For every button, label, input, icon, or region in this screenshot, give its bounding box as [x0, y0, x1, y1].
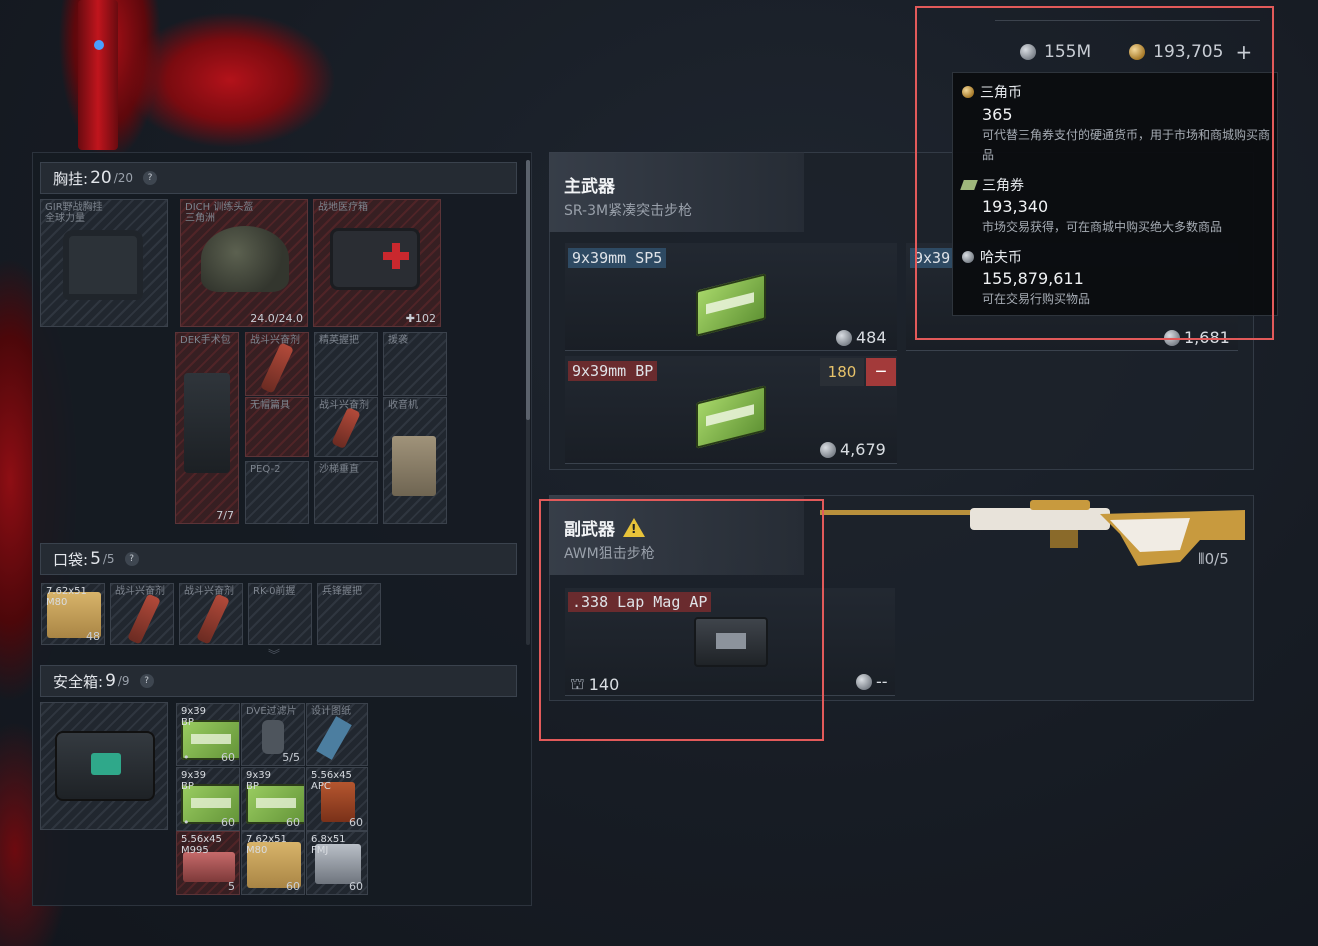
safe-slot-2[interactable]: DVE过滤片 5/5 — [241, 703, 305, 766]
pocket-slot-1[interactable]: 7.62x51 M80 48 — [41, 583, 105, 645]
pocket-max: /5 — [102, 552, 115, 566]
radio-icon — [392, 436, 436, 496]
slot-cover[interactable]: 援袭 — [383, 332, 447, 396]
syringe-icon — [127, 593, 161, 644]
pocket-slot-4[interactable]: RK-0前握 — [248, 583, 312, 645]
medkit-icon — [330, 228, 420, 290]
main-weapon-name: SR-3M紧凑突击步枪 — [564, 203, 693, 219]
filter-icon — [262, 720, 284, 754]
slot-stim-1[interactable]: 战斗兴奋剂 — [245, 332, 309, 396]
pocket-header: 口袋: 5 /5 ? — [40, 543, 517, 575]
safe-slot-3[interactable]: 设计图纸 — [306, 703, 368, 766]
expand-chevron-icon[interactable]: ︾ — [268, 646, 280, 663]
character-weapon-art — [78, 0, 118, 150]
safe-slot-5[interactable]: 9x39 BP 60 — [241, 767, 305, 831]
pocket-count: 5 — [90, 549, 101, 569]
main-weapon-title: 主武器 — [564, 177, 615, 197]
ammo-qty-bp: 180 — [820, 358, 864, 386]
slot-surgery-kit[interactable]: DEK手术包 7/7 — [175, 332, 239, 524]
ammo-price-338: -- — [856, 672, 888, 691]
safe-slot-7[interactable]: 5.56x45 M995 5 — [176, 831, 240, 895]
slot-radio[interactable]: 收音机 — [383, 397, 447, 524]
slot-hat[interactable]: 无帽篇具 — [245, 397, 309, 457]
slot-medkit[interactable]: 战地医疗箱 ✚102 — [313, 199, 441, 327]
weapon-light — [94, 40, 104, 50]
slot-vest[interactable]: GIR野战胸挂 全球力量 — [40, 199, 168, 327]
helmet-icon — [201, 226, 289, 292]
help-icon[interactable]: ? — [143, 171, 158, 185]
ammo-box-icon — [183, 852, 235, 882]
syringe-icon — [260, 342, 294, 394]
pocket-slot-5[interactable]: 兵锋握把 — [317, 583, 381, 645]
surgery-kit-icon — [184, 373, 230, 473]
haf-coin-icon — [820, 441, 836, 458]
chest-rig-label: 胸挂: — [53, 169, 89, 188]
awm-rifle-image — [820, 500, 1245, 566]
safe-case-icon — [55, 731, 155, 801]
ammo-price-bp: 4,679 — [820, 440, 886, 459]
blueprint-icon — [316, 716, 352, 760]
syringe-icon — [196, 593, 230, 644]
safe-slot-9[interactable]: 6.8x51 FMJ 60 — [306, 831, 368, 895]
pocket-label: 口袋: — [53, 550, 89, 569]
slot-grip-1[interactable]: 精英握把 — [314, 332, 378, 396]
slot-stock[interactable]: 沙梯垂直 — [314, 461, 378, 524]
haf-coin-icon — [856, 673, 872, 690]
safe-box-header: 安全箱: 9 /9 ? — [40, 665, 517, 697]
safe-box-max: /9 — [117, 674, 130, 688]
highlight-box-secondary — [539, 499, 824, 741]
ammo-price-sp5: 484 — [836, 328, 887, 347]
safe-slot-8[interactable]: 7.62x51 M80 60 — [241, 831, 305, 895]
safe-box-count: 9 — [105, 671, 116, 691]
slot-stim-2[interactable]: 战斗兴奋剂 — [314, 397, 378, 457]
pocket-slot-2[interactable]: 战斗兴奋剂 — [110, 583, 174, 645]
help-icon[interactable]: ? — [139, 674, 154, 688]
ammo-tag-bp: 9x39mm BP — [568, 361, 658, 381]
remove-ammo-button[interactable]: − — [866, 358, 896, 386]
syringe-icon — [331, 406, 361, 450]
safe-slot-1[interactable]: 9x39 BP • 60 — [176, 703, 240, 766]
highlight-box-currency — [915, 6, 1274, 340]
chest-rig-count: 20 — [90, 168, 112, 188]
chest-rig-max: /20 — [113, 171, 134, 185]
slot-peq[interactable]: PEQ-2 — [245, 461, 309, 524]
vest-icon — [63, 230, 143, 300]
pocket-slot-3[interactable]: 战斗兴奋剂 — [179, 583, 243, 645]
haf-coin-icon — [836, 329, 852, 346]
slot-safe-case[interactable] — [40, 702, 168, 830]
ammo-tag-sp5: 9x39mm SP5 — [568, 248, 667, 268]
help-icon[interactable]: ? — [124, 552, 139, 566]
safe-slot-4[interactable]: 9x39 BP • 60 — [176, 767, 240, 831]
magazine-count: ⦀0/5 — [1198, 550, 1229, 568]
safe-box-label: 安全箱: — [53, 672, 104, 691]
slot-helmet[interactable]: DICH 训练头盔 三角洲 24.0/24.0 — [180, 199, 308, 327]
safe-slot-6[interactable]: 5.56x45 APC 60 — [306, 767, 368, 831]
chest-rig-header: 胸挂: 20 /20 ? — [40, 162, 517, 194]
loadout-scrollbar[interactable] — [526, 160, 530, 420]
